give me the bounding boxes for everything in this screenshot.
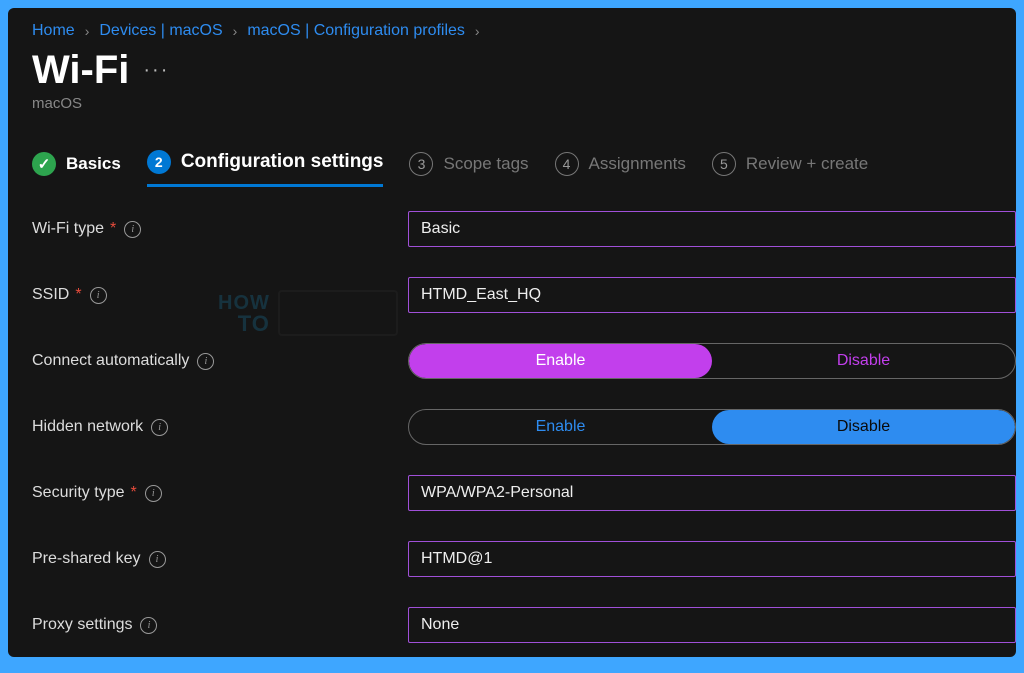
tab-basics[interactable]: ✓ Basics <box>32 152 121 186</box>
more-actions-button[interactable]: ··· <box>143 59 169 82</box>
proxy-select[interactable]: None <box>408 607 1016 643</box>
tab-review-create[interactable]: 5 Review + create <box>712 152 868 186</box>
config-profile-page: Home › Devices | macOS › macOS | Configu… <box>8 8 1016 657</box>
tab-configuration-settings[interactable]: 2 Configuration settings <box>147 150 384 187</box>
info-icon[interactable]: i <box>140 617 157 634</box>
page-title: Wi-Fi <box>32 48 129 93</box>
row-ssid: SSID * i HTMD_East_HQ <box>32 277 1016 313</box>
tab-step-number: 4 <box>555 152 579 176</box>
chevron-right-icon: › <box>85 23 90 39</box>
tab-step-number: 2 <box>147 150 171 174</box>
psk-input[interactable]: HTMD@1 <box>408 541 1016 577</box>
required-indicator: * <box>75 286 81 304</box>
wifi-type-label: Wi-Fi type <box>32 220 104 238</box>
wifi-type-select[interactable]: Basic <box>408 211 1016 247</box>
wizard-tabs: ✓ Basics 2 Configuration settings 3 Scop… <box>8 112 1016 187</box>
ssid-input[interactable]: HTMD_East_HQ <box>408 277 1016 313</box>
info-icon[interactable]: i <box>149 551 166 568</box>
hidden-enable[interactable]: Enable <box>409 410 712 444</box>
breadcrumb-devices[interactable]: Devices | macOS <box>99 22 222 40</box>
breadcrumb: Home › Devices | macOS › macOS | Configu… <box>8 22 1016 40</box>
connect-auto-label: Connect automatically <box>32 352 189 370</box>
required-indicator: * <box>110 220 116 238</box>
tab-assignments[interactable]: 4 Assignments <box>555 152 686 186</box>
ssid-label: SSID <box>32 286 69 304</box>
info-icon[interactable]: i <box>197 353 214 370</box>
required-indicator: * <box>130 484 136 502</box>
chevron-right-icon: › <box>233 23 238 39</box>
row-security-type: Security type * i WPA/WPA2-Personal <box>32 475 1016 511</box>
psk-label: Pre-shared key <box>32 550 141 568</box>
tab-scope-tags[interactable]: 3 Scope tags <box>409 152 528 186</box>
tab-scope-label: Scope tags <box>443 154 528 174</box>
config-form: Wi-Fi type * i Basic SSID * i HTMD_East_… <box>8 187 1016 643</box>
page-subtitle: macOS <box>8 93 1016 112</box>
hidden-disable[interactable]: Disable <box>712 410 1015 444</box>
tab-assign-label: Assignments <box>589 154 686 174</box>
breadcrumb-profiles[interactable]: macOS | Configuration profiles <box>247 22 465 40</box>
connect-auto-enable[interactable]: Enable <box>409 344 712 378</box>
row-connect-automatically: Connect automatically i Enable Disable <box>32 343 1016 379</box>
info-icon[interactable]: i <box>124 221 141 238</box>
security-type-select[interactable]: WPA/WPA2-Personal <box>408 475 1016 511</box>
connect-auto-toggle[interactable]: Enable Disable <box>408 343 1016 379</box>
tab-step-number: 3 <box>409 152 433 176</box>
chevron-right-icon: › <box>475 23 480 39</box>
connect-auto-disable[interactable]: Disable <box>712 344 1015 378</box>
hidden-network-label: Hidden network <box>32 418 143 436</box>
proxy-label: Proxy settings <box>32 616 132 634</box>
check-icon: ✓ <box>38 155 51 173</box>
row-wifi-type: Wi-Fi type * i Basic <box>32 211 1016 247</box>
tab-basics-label: Basics <box>66 154 121 174</box>
security-type-label: Security type <box>32 484 124 502</box>
tab-step-number: 5 <box>712 152 736 176</box>
tab-config-label: Configuration settings <box>181 151 384 173</box>
hidden-network-toggle[interactable]: Enable Disable <box>408 409 1016 445</box>
info-icon[interactable]: i <box>151 419 168 436</box>
breadcrumb-home[interactable]: Home <box>32 22 75 40</box>
row-hidden-network: Hidden network i Enable Disable <box>32 409 1016 445</box>
info-icon[interactable]: i <box>145 485 162 502</box>
tab-review-label: Review + create <box>746 154 868 174</box>
row-pre-shared-key: Pre-shared key i HTMD@1 <box>32 541 1016 577</box>
row-proxy-settings: Proxy settings i None <box>32 607 1016 643</box>
info-icon[interactable]: i <box>90 287 107 304</box>
